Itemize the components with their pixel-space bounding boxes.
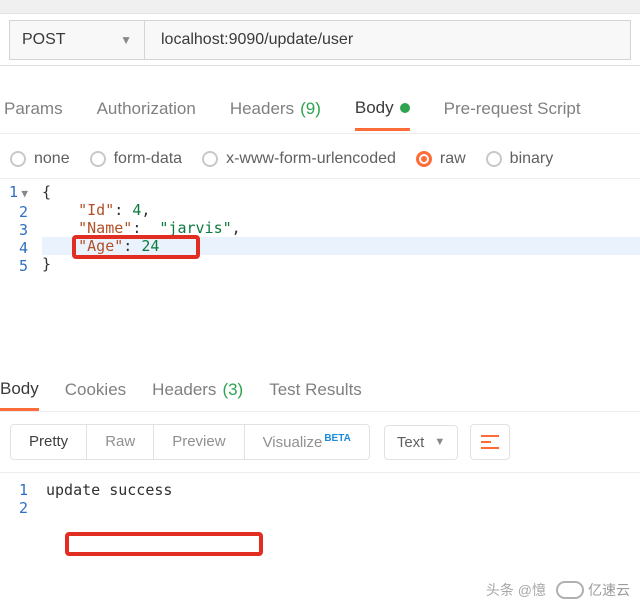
- chevron-down-icon: ▼: [120, 33, 132, 47]
- response-tabs: Body Cookies Headers (3) Test Results: [0, 368, 640, 412]
- mode-raw[interactable]: Raw: [86, 425, 153, 459]
- wrap-icon: [481, 435, 499, 449]
- response-tab-testresults[interactable]: Test Results: [269, 380, 362, 409]
- mode-preview[interactable]: Preview: [153, 425, 243, 459]
- tab-prerequest[interactable]: Pre-request Script: [444, 99, 581, 129]
- radio-urlencoded[interactable]: x-www-form-urlencoded: [202, 150, 396, 168]
- radio-none[interactable]: none: [10, 150, 70, 168]
- highlight-annotation: [65, 532, 263, 556]
- watermark-ysy: 亿速云: [556, 580, 630, 600]
- url-input[interactable]: localhost:9090/update/user: [145, 20, 631, 60]
- watermark-toutiao: 头条 @憶: [486, 580, 546, 600]
- response-headers-count: (3): [222, 380, 243, 400]
- radio-icon: [416, 151, 432, 167]
- response-format-select[interactable]: Text ▼: [384, 425, 458, 460]
- window-topbar: [0, 0, 640, 14]
- editor-code: { "Id": 4, "Name": "jarvis", "Age": 24 }: [34, 179, 640, 368]
- request-body-editor[interactable]: 1 ▼ 2 3 4 5 { "Id": 4, "Name": "jarvis",…: [0, 178, 640, 368]
- tab-authorization[interactable]: Authorization: [97, 99, 196, 129]
- response-code: update success: [34, 477, 172, 517]
- response-toolbar: Pretty Raw Preview VisualizeBETA Text ▼: [0, 412, 640, 472]
- tab-params[interactable]: Params: [4, 99, 63, 129]
- tab-headers[interactable]: Headers (9): [230, 99, 321, 129]
- response-tab-cookies[interactable]: Cookies: [65, 380, 126, 409]
- beta-badge: BETA: [324, 433, 350, 444]
- radio-raw[interactable]: raw: [416, 150, 466, 168]
- tab-body[interactable]: Body: [355, 98, 410, 131]
- radio-binary[interactable]: binary: [486, 150, 554, 168]
- request-row: POST ▼ localhost:9090/update/user: [0, 14, 640, 66]
- mode-visualize[interactable]: VisualizeBETA: [244, 425, 369, 459]
- watermark: 头条 @憶 亿速云: [486, 580, 630, 600]
- radio-icon: [90, 151, 106, 167]
- headers-count: (9): [300, 99, 321, 119]
- editor-gutter: 1 ▼ 2 3 4 5: [0, 179, 34, 368]
- cloud-icon: [556, 581, 584, 599]
- response-body-editor[interactable]: 1 2 update success: [0, 472, 640, 517]
- status-dot-icon: [400, 103, 410, 113]
- response-mode-bar: Pretty Raw Preview VisualizeBETA: [10, 424, 370, 460]
- response-gutter: 1 2: [0, 477, 34, 517]
- request-tabs: Params Authorization Headers (9) Body Pr…: [0, 66, 640, 134]
- http-method-select[interactable]: POST ▼: [9, 20, 145, 60]
- wrap-lines-button[interactable]: [470, 424, 510, 460]
- highlight-annotation: [72, 235, 200, 259]
- radio-form-data[interactable]: form-data: [90, 150, 182, 168]
- radio-icon: [202, 151, 218, 167]
- mode-pretty[interactable]: Pretty: [11, 425, 86, 459]
- response-tab-body[interactable]: Body: [0, 379, 39, 411]
- radio-icon: [10, 151, 26, 167]
- url-value: localhost:9090/update/user: [161, 31, 353, 49]
- body-type-radios: none form-data x-www-form-urlencoded raw…: [0, 134, 640, 178]
- method-label: POST: [22, 31, 66, 49]
- chevron-down-icon: ▼: [434, 436, 445, 448]
- response-tab-headers[interactable]: Headers (3): [152, 380, 243, 409]
- radio-icon: [486, 151, 502, 167]
